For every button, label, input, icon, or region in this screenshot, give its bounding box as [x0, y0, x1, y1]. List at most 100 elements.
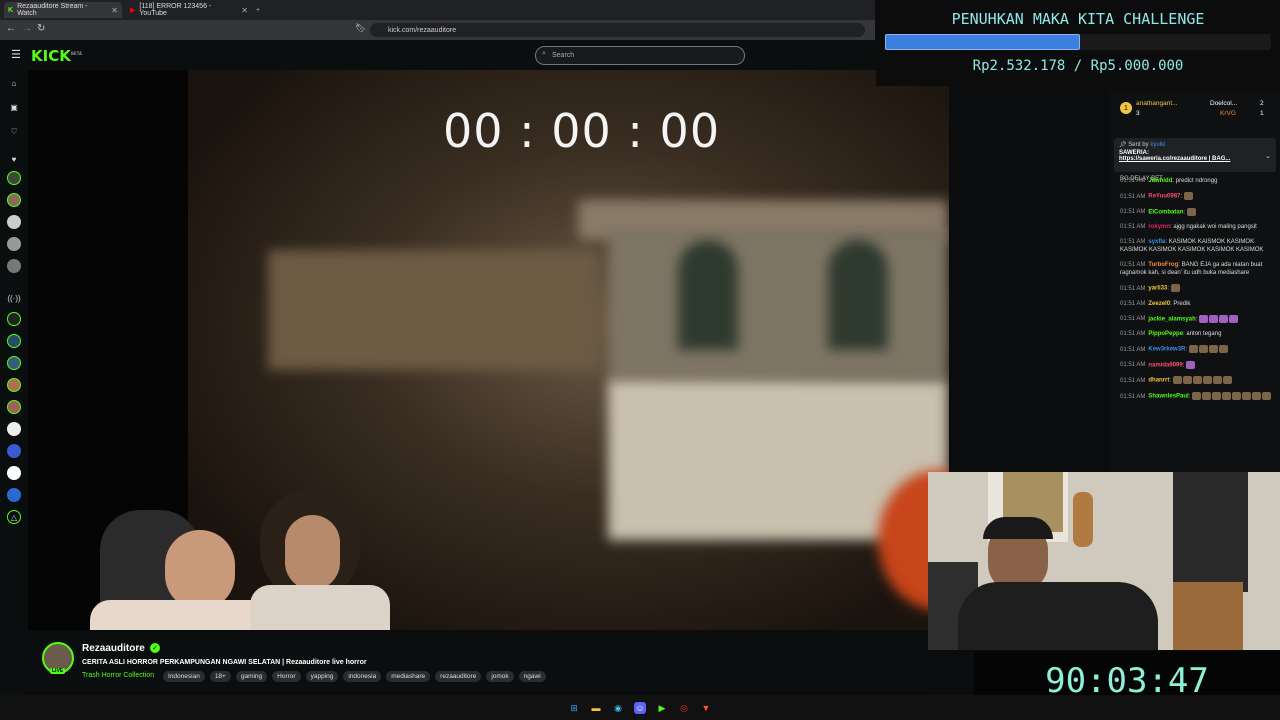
- bookmark-icon[interactable]: 🔖︎: [355, 23, 366, 34]
- chat-timestamp: 01:51 AM: [1120, 178, 1146, 184]
- windows-start-icon[interactable]: ⊞: [568, 702, 580, 714]
- recommended-channel-avatar[interactable]: [7, 378, 21, 392]
- following-icon[interactable]: ♡: [7, 124, 21, 138]
- close-icon[interactable]: ✕: [111, 6, 118, 15]
- pinned-sent-by: Sent by: [1128, 142, 1149, 148]
- file-explorer-icon[interactable]: ▬: [590, 702, 602, 714]
- heart-icon[interactable]: ♥: [7, 152, 21, 166]
- chat-timestamp: 01:51 AM: [1120, 346, 1146, 353]
- chat-emote: [1192, 392, 1202, 401]
- stream-tag[interactable]: indonesia: [343, 671, 382, 682]
- recommended-channel-avatar[interactable]: [7, 356, 21, 370]
- recommended-channel-avatar[interactable]: [7, 466, 21, 480]
- kick-logo[interactable]: KICKBETA: [31, 47, 82, 65]
- stream-tag[interactable]: yapping: [305, 671, 339, 682]
- tab-label: Rezaauditore Stream - Watch: [17, 3, 88, 17]
- recommended-channel-avatar[interactable]: [7, 488, 21, 502]
- chat-message: 01:51 AM Kew3rkew3R:: [1120, 345, 1278, 354]
- brave-browser-icon[interactable]: ▼: [700, 702, 712, 714]
- chat-username[interactable]: dhanrrt: [1148, 378, 1169, 384]
- chat-messages: 01:51 AM Jawhidd: predict ndrongg 01:51 AM…: [1120, 177, 1278, 408]
- chat-username[interactable]: Jawhidd: [1148, 178, 1172, 184]
- obs-icon[interactable]: ◎: [678, 702, 690, 714]
- stream-tag[interactable]: ngawi: [518, 671, 546, 682]
- chat-username[interactable]: namida9099: [1148, 362, 1182, 368]
- chat-username[interactable]: yarli33: [1148, 286, 1167, 292]
- challenge-overlay: PENUHKAN MAKA KITA CHALLENGE Rp2.532.178…: [876, 2, 1280, 86]
- stream-tag[interactable]: Horror: [272, 671, 301, 682]
- chat-emote: [1192, 376, 1202, 385]
- followed-channel-avatar[interactable]: [7, 215, 21, 229]
- live-icon[interactable]: ((·)): [7, 291, 21, 305]
- chat-text: anton tegang: [1186, 331, 1222, 338]
- chat-emote: [1252, 392, 1262, 401]
- chevron-down-icon[interactable]: ⌄: [1265, 152, 1271, 160]
- followed-channel-avatar[interactable]: [7, 193, 21, 207]
- menu-icon[interactable]: ☰: [11, 48, 21, 61]
- top-donor-name: anathangant...: [1136, 100, 1178, 107]
- webcam-streamer-hair: [983, 517, 1053, 539]
- chat-username[interactable]: TurboFrog: [1148, 262, 1178, 268]
- chat-timestamp: 01:51 AM: [1120, 193, 1146, 200]
- tab-youtube[interactable]: ▶ [118] ERROR 123456 - YouTube ✕: [126, 2, 252, 18]
- chat-emote: [1172, 376, 1182, 385]
- recommended-channel-avatar[interactable]: [7, 334, 21, 348]
- media-player-icon[interactable]: ▶: [656, 702, 668, 714]
- search-input[interactable]: ⌕ Search: [535, 46, 745, 65]
- home-icon[interactable]: ⌂: [7, 76, 21, 90]
- scene-arch: [828, 240, 888, 350]
- followed-channel-avatar[interactable]: [7, 237, 21, 251]
- stream-tag[interactable]: rezaauditore: [435, 671, 482, 682]
- recommended-channel-avatar[interactable]: [7, 422, 21, 436]
- chat-username[interactable]: PippoPeppe: [1148, 331, 1183, 337]
- forward-icon[interactable]: →: [22, 23, 32, 34]
- search-placeholder: Search: [552, 52, 575, 59]
- close-icon[interactable]: ✕: [241, 6, 248, 15]
- chat-username[interactable]: ShawnlesPaul: [1148, 394, 1188, 400]
- stream-tag[interactable]: Indonesian: [163, 671, 205, 682]
- chat-username[interactable]: rokymn: [1148, 224, 1170, 230]
- reload-icon[interactable]: ↻: [37, 23, 45, 34]
- chat-username[interactable]: syxfla: [1148, 239, 1165, 245]
- stream-tag[interactable]: 18+: [209, 671, 231, 682]
- recommended-channel-avatar[interactable]: △: [7, 510, 21, 524]
- webcam-chair: [1173, 582, 1243, 650]
- followed-channel-avatar[interactable]: [7, 259, 21, 273]
- stream-category[interactable]: Trash Horror Collection: [82, 672, 154, 679]
- back-icon[interactable]: ←: [6, 23, 16, 34]
- pinned-text[interactable]: https://saweria.co/rezaauditore | BAG...: [1119, 156, 1271, 162]
- recommended-channel-avatar[interactable]: [7, 400, 21, 414]
- chat-username[interactable]: ElCombatan: [1148, 209, 1183, 215]
- chat-emote: [1208, 345, 1218, 354]
- browse-icon[interactable]: ▣: [7, 100, 21, 114]
- chat-username[interactable]: jackie_alamsyah: [1148, 316, 1195, 322]
- chat-emote: [1198, 345, 1208, 354]
- scene-ground: [268, 250, 598, 370]
- recommended-channel-avatar[interactable]: [7, 312, 21, 326]
- edge-browser-icon[interactable]: ◉: [612, 702, 624, 714]
- channel-name[interactable]: Rezaauditore: [82, 643, 145, 654]
- chat-message: 01:51 AM TurboFrog: BANG EJA ga ada niata…: [1120, 261, 1278, 277]
- chat-username[interactable]: Kew3rkew3R: [1148, 347, 1185, 353]
- chat-timestamp: 01:51 AM: [1120, 262, 1146, 269]
- chat-username[interactable]: ReYuu0987: [1148, 194, 1180, 200]
- chat-message: 01:51 AM ElCombatan:: [1120, 207, 1278, 217]
- chat-emote: [1186, 207, 1196, 216]
- chat-username[interactable]: Zeezel0: [1148, 301, 1170, 307]
- chat-timestamp: 01:51 AM: [1120, 209, 1146, 216]
- stream-tag[interactable]: jomok: [486, 671, 514, 682]
- chat-emote: [1209, 314, 1219, 323]
- new-tab-button[interactable]: +: [252, 2, 266, 18]
- browser-tab-bar: K Rezaauditore Stream - Watch ✕ ▶ [118] …: [0, 0, 875, 20]
- followed-channel-avatar[interactable]: [7, 171, 21, 185]
- chat-emote: [1199, 314, 1209, 323]
- discord-icon[interactable]: ☺: [634, 702, 646, 714]
- tab-kick[interactable]: K Rezaauditore Stream - Watch ✕: [4, 2, 122, 18]
- chat-message: 01:51 AM dhanrrt:: [1120, 376, 1278, 385]
- stream-tag[interactable]: mediashare: [386, 671, 431, 682]
- pinned-message[interactable]: 📌︎ Sent by kyulki SAWERIA: https://sawer…: [1114, 138, 1276, 172]
- url-field[interactable]: kick.com/rezaauditore: [370, 23, 865, 37]
- stream-tag[interactable]: gaming: [235, 671, 268, 682]
- chat-timestamp: 01:51 AM: [1120, 331, 1146, 338]
- recommended-channel-avatar[interactable]: [7, 444, 21, 458]
